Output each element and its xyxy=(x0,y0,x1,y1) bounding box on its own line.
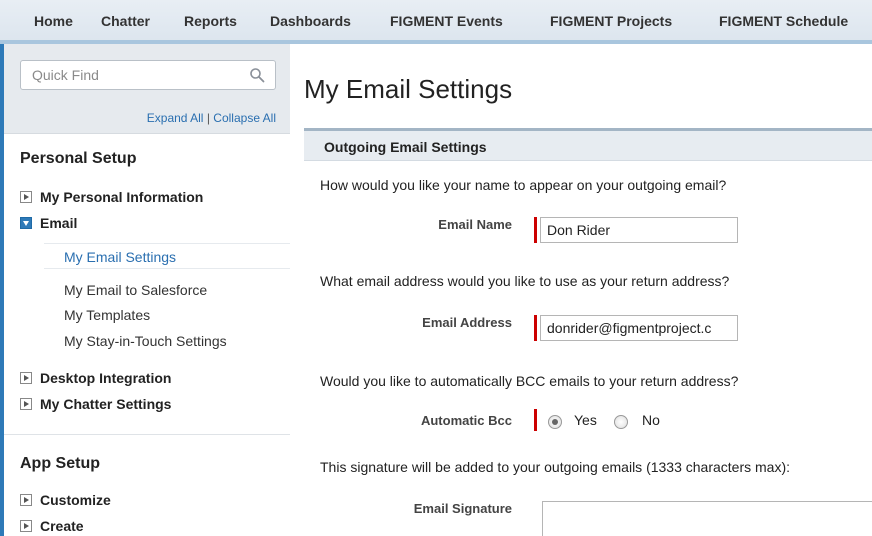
expand-icon[interactable] xyxy=(20,191,32,203)
quick-find-input[interactable] xyxy=(21,61,241,89)
bcc-no-label[interactable]: No xyxy=(642,412,660,428)
panel-header: Outgoing Email Settings xyxy=(304,131,872,161)
outgoing-email-settings-panel: Outgoing Email Settings How would you li… xyxy=(304,128,872,536)
sidebar-item-label: Create xyxy=(40,518,84,534)
expand-icon[interactable] xyxy=(20,398,32,410)
email-signature-label: Email Signature xyxy=(413,501,512,516)
quick-find-panel: Expand All | Collapse All xyxy=(4,44,290,134)
collapse-all-link[interactable]: Collapse All xyxy=(213,111,276,125)
tab-home[interactable]: Home xyxy=(34,13,73,29)
bcc-yes-radio[interactable] xyxy=(548,415,562,429)
expand-icon[interactable] xyxy=(20,520,32,532)
bcc-yes-label[interactable]: Yes xyxy=(574,412,597,428)
email-address-label: Email Address xyxy=(422,315,512,330)
sidebar-item-label: Email xyxy=(40,215,78,231)
personal-setup-heading: Personal Setup xyxy=(20,150,137,167)
question-automatic-bcc: Would you like to automatically BCC emai… xyxy=(320,373,739,389)
expand-icon[interactable] xyxy=(20,372,32,384)
sidebar-item-email[interactable]: Email xyxy=(20,215,77,231)
expand-icon[interactable] xyxy=(20,494,32,506)
sidebar-item-my-email-settings[interactable]: My Email Settings xyxy=(44,243,290,269)
sidebar-item-desktop-integration[interactable]: Desktop Integration xyxy=(20,370,171,386)
collapse-icon[interactable] xyxy=(20,217,32,229)
required-indicator xyxy=(534,409,537,431)
sidebar-divider xyxy=(4,434,290,435)
email-address-field[interactable] xyxy=(540,315,738,341)
sidebar-item-label: My Personal Information xyxy=(40,189,204,205)
setup-sidebar: Expand All | Collapse All Personal Setup… xyxy=(4,44,290,536)
required-indicator xyxy=(534,315,537,341)
search-icon[interactable] xyxy=(249,67,265,83)
sidebar-item-my-chatter-settings[interactable]: My Chatter Settings xyxy=(20,396,171,412)
sidebar-item-my-stay-in-touch-settings[interactable]: My Stay-in-Touch Settings xyxy=(64,333,227,349)
question-email-name: How would you like your name to appear o… xyxy=(320,177,727,193)
bcc-no-radio[interactable] xyxy=(614,415,628,429)
top-nav: Home Chatter Reports Dashboards FIGMENT … xyxy=(0,0,872,44)
expand-collapse-links: Expand All | Collapse All xyxy=(147,111,276,125)
app-setup-heading: App Setup xyxy=(20,455,100,472)
automatic-bcc-label: Automatic Bcc xyxy=(420,413,512,428)
sidebar-item-label: My Chatter Settings xyxy=(40,396,172,412)
question-email-signature: This signature will be added to your out… xyxy=(320,459,791,475)
required-indicator xyxy=(534,217,537,243)
tab-figment-projects[interactable]: FIGMENT Projects xyxy=(550,13,672,29)
sidebar-item-my-personal-information[interactable]: My Personal Information xyxy=(20,189,203,205)
tab-reports[interactable]: Reports xyxy=(184,13,237,29)
email-signature-textarea[interactable] xyxy=(542,501,872,536)
email-name-field[interactable] xyxy=(540,217,738,243)
quick-find-box xyxy=(20,60,276,90)
tab-dashboards[interactable]: Dashboards xyxy=(270,13,351,29)
sidebar-item-customize[interactable]: Customize xyxy=(20,492,111,508)
sidebar-item-label: Desktop Integration xyxy=(40,370,172,386)
link-separator: | xyxy=(206,111,210,125)
expand-all-link[interactable]: Expand All xyxy=(147,111,204,125)
page-title: My Email Settings xyxy=(304,74,513,104)
sidebar-item-my-email-to-salesforce[interactable]: My Email to Salesforce xyxy=(64,282,207,298)
question-email-address: What email address would you like to use… xyxy=(320,273,730,289)
sidebar-item-my-templates[interactable]: My Templates xyxy=(64,307,150,323)
tab-figment-events[interactable]: FIGMENT Events xyxy=(390,13,503,29)
tab-figment-schedule[interactable]: FIGMENT Schedule xyxy=(719,13,848,29)
sidebar-item-label: Customize xyxy=(40,492,111,508)
panel-title: Outgoing Email Settings xyxy=(324,139,487,155)
tab-chatter[interactable]: Chatter xyxy=(101,13,150,29)
sidebar-item-create[interactable]: Create xyxy=(20,518,84,534)
email-name-label: Email Name xyxy=(438,217,512,232)
